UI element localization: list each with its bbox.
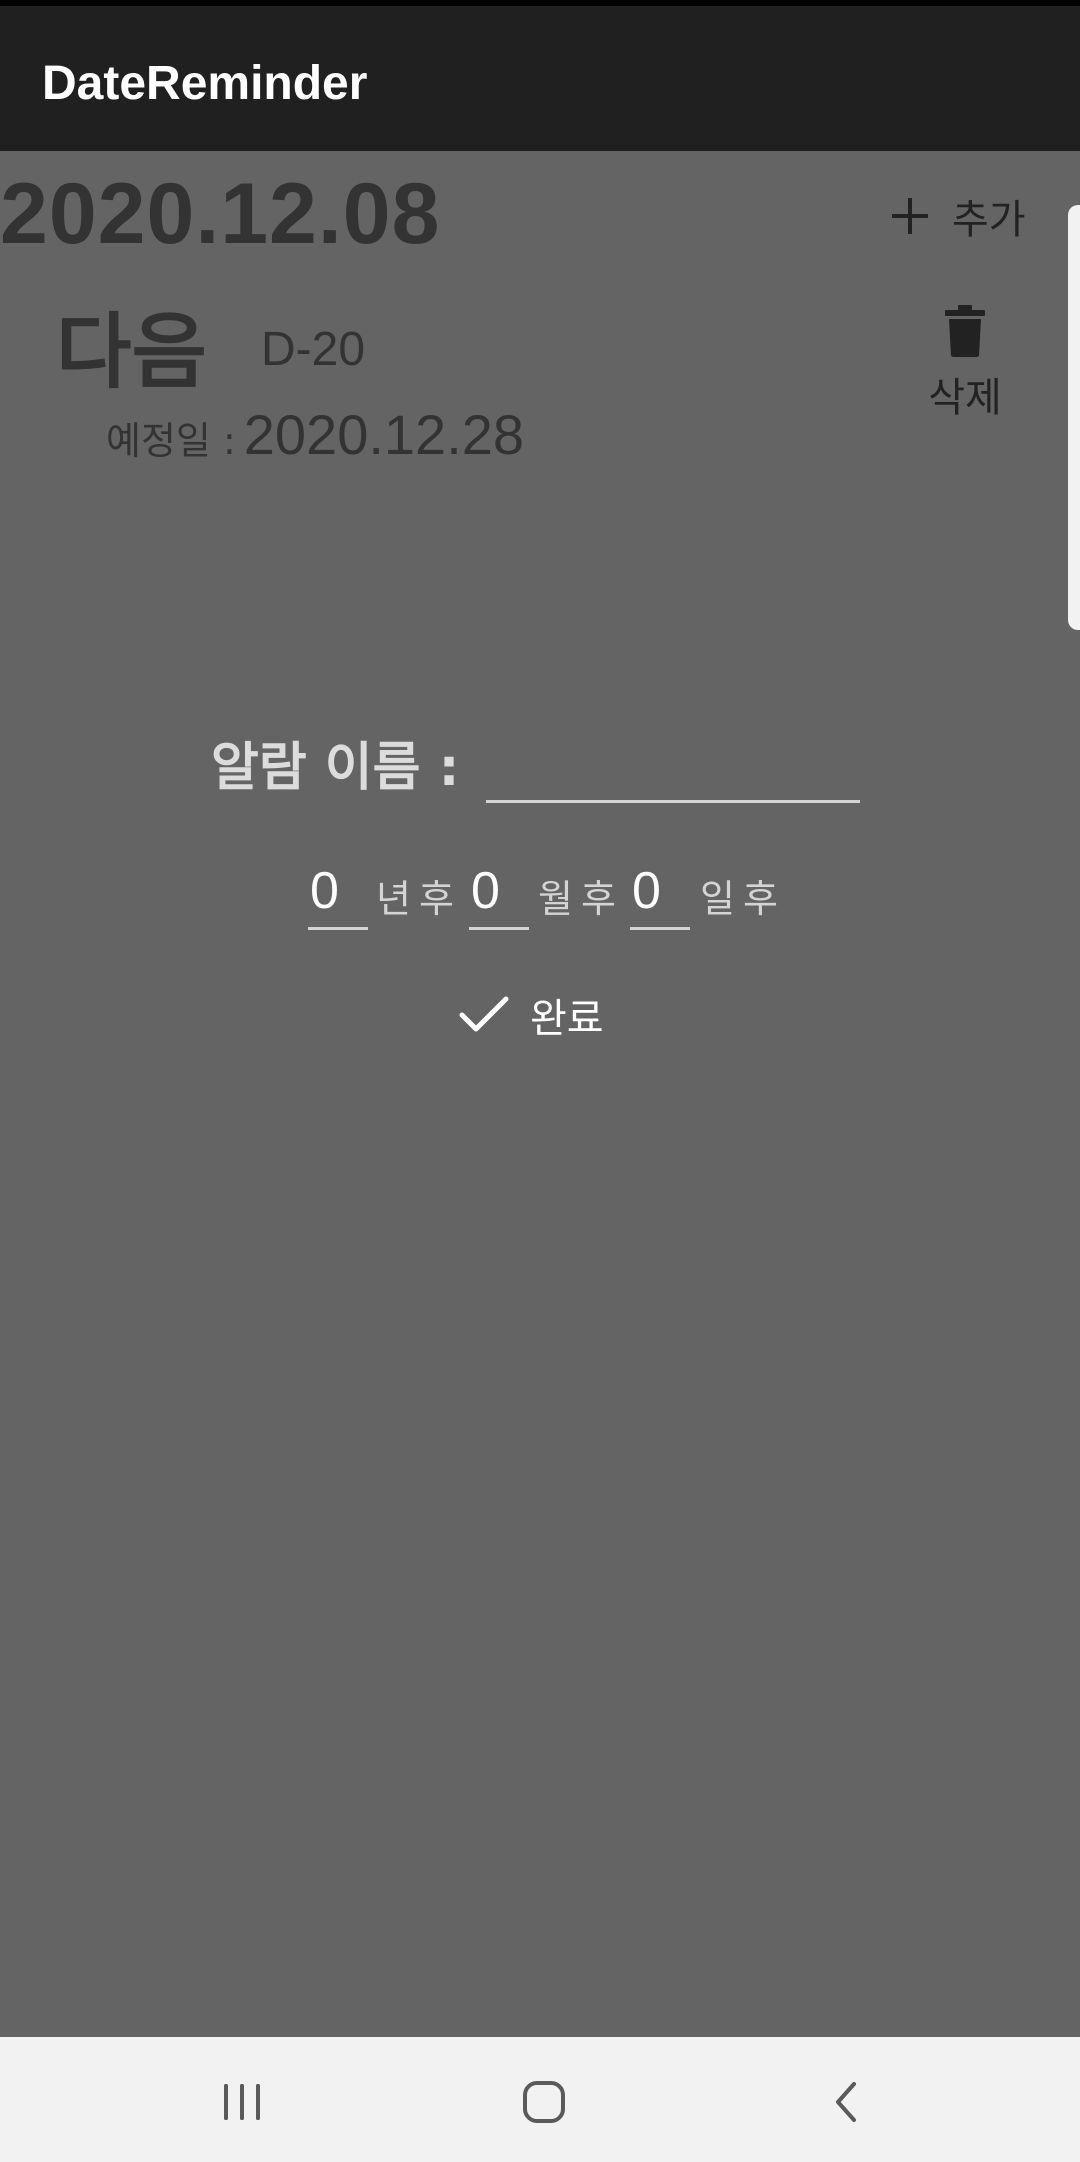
app-bar: DateReminder <box>0 6 1080 151</box>
alarm-name-label: 알람 이름 : <box>211 738 460 798</box>
years-unit-label: 년후 <box>376 877 462 921</box>
back-button[interactable] <box>786 2067 906 2137</box>
due-date-label: 예정일 : <box>106 419 236 463</box>
navigation-bar <box>0 2037 1080 2162</box>
home-button[interactable] <box>484 2067 604 2137</box>
reminder-title: 다음 <box>56 305 207 400</box>
done-button[interactable]: 완료 <box>458 985 604 1045</box>
due-date-value: 2020.12.28 <box>243 403 525 466</box>
recent-apps-button[interactable] <box>182 2067 302 2137</box>
app-title: DateReminder <box>42 57 368 110</box>
add-label: 추가 <box>952 197 1026 243</box>
due-date-row: 예정일 : 2020.12.28 <box>106 402 524 467</box>
recent-apps-icon <box>224 2084 260 2120</box>
back-icon <box>836 2082 856 2122</box>
days-unit-label: 일후 <box>700 877 786 921</box>
plus-icon <box>892 198 928 234</box>
alarm-name-input[interactable] <box>486 730 860 803</box>
days-input[interactable] <box>630 855 690 930</box>
add-button[interactable]: 추가 <box>888 186 1026 246</box>
side-panel-edge[interactable] <box>1068 205 1080 630</box>
dday-badge: D-20 <box>261 323 366 376</box>
check-icon <box>459 996 509 1032</box>
months-unit-label: 월후 <box>538 877 624 921</box>
years-input[interactable] <box>308 855 368 930</box>
delete-button[interactable]: 삭제 <box>915 305 1015 423</box>
months-input[interactable] <box>469 855 529 930</box>
trash-icon <box>945 305 985 357</box>
delete-label: 삭제 <box>928 375 1002 421</box>
home-icon <box>523 2081 565 2123</box>
today-date: 2020.12.08 <box>0 166 441 262</box>
done-label: 완료 <box>530 996 604 1042</box>
